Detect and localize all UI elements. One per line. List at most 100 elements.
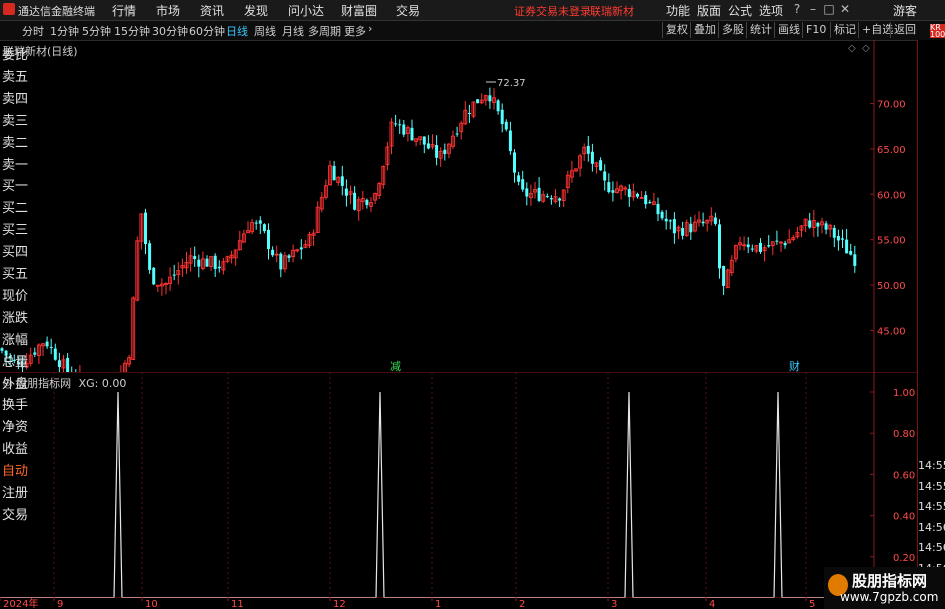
candle-body-down bbox=[513, 152, 516, 173]
quote-label: 买四 bbox=[2, 245, 28, 261]
minimize-icon[interactable]: – bbox=[805, 1, 821, 17]
price-tick-label: 60.00 bbox=[877, 190, 906, 201]
candle-body-down bbox=[599, 160, 603, 171]
indicator-value: XG: 0.00 bbox=[78, 377, 127, 390]
trade-login-status[interactable]: 证券交易未登录 bbox=[514, 3, 591, 19]
candle-body-down bbox=[816, 222, 820, 227]
menu-item-shichang[interactable]: 市场 bbox=[156, 2, 180, 19]
candle-body-down bbox=[537, 187, 541, 201]
tool-back[interactable]: 返回 bbox=[890, 22, 919, 38]
chevron-right-icon[interactable]: › bbox=[368, 22, 372, 35]
candle-body-down bbox=[504, 121, 508, 130]
tool-huaxian[interactable]: 画线 bbox=[774, 22, 803, 38]
menu-item-wenxiaoda[interactable]: 问小达 bbox=[288, 2, 324, 19]
indicator-tick-label: 0.20 bbox=[893, 553, 915, 564]
quote-label: 现价 bbox=[2, 288, 28, 304]
candle-body-down bbox=[205, 258, 209, 267]
candle-body-down bbox=[750, 248, 754, 250]
diamond-icon[interactable]: ◇ bbox=[848, 43, 856, 54]
candle-body-down bbox=[422, 136, 426, 145]
period-daily[interactable]: 日线 bbox=[226, 23, 248, 39]
candle-body-down bbox=[824, 223, 828, 230]
period-weekly[interactable]: 周线 bbox=[254, 23, 276, 39]
candle-body-down bbox=[664, 218, 668, 222]
candle-body-down bbox=[299, 247, 303, 250]
quote-label: 换手 bbox=[2, 398, 28, 414]
settings-icon[interactable]: ◇ bbox=[862, 43, 870, 54]
date-axis: 2024年 9 10 11 12 1 2 3 4 5 bbox=[0, 597, 917, 609]
candle-body-down bbox=[681, 228, 685, 236]
candle-body-down bbox=[713, 217, 717, 224]
period-fenshi[interactable]: 分时 bbox=[22, 23, 44, 39]
candle-body-down bbox=[435, 145, 439, 158]
tool-biaoji[interactable]: 标记 bbox=[830, 22, 859, 38]
candle-body-down bbox=[521, 179, 525, 190]
period-monthly[interactable]: 月线 bbox=[282, 23, 304, 39]
menu-item-jiaoyi[interactable]: 交易 bbox=[396, 2, 420, 19]
candle-body-down bbox=[57, 360, 61, 368]
quote-label[interactable]: 自动 bbox=[2, 460, 28, 479]
candle-body-down bbox=[402, 124, 406, 135]
quote-label: 收益 bbox=[2, 442, 28, 458]
indicator-chart[interactable]: 1.00 0.80 0.60 0.40 0.20 bbox=[0, 372, 917, 598]
menu-item-gongshi[interactable]: 公式 bbox=[728, 2, 752, 19]
watermark-url: www.7gpzb.com bbox=[840, 590, 939, 604]
watermark-title: 股朋指标网 bbox=[852, 572, 928, 590]
menu-item-xuanxiang[interactable]: 选项 bbox=[759, 2, 783, 19]
quote-label[interactable]: 注册 bbox=[2, 482, 28, 501]
candle-body-down bbox=[152, 267, 156, 285]
close-icon[interactable]: ✕ bbox=[837, 1, 853, 17]
candle-body-down bbox=[33, 352, 37, 355]
maximize-icon[interactable]: □ bbox=[821, 1, 837, 17]
date-tick-label: 12 bbox=[333, 599, 346, 609]
xg-signal-series bbox=[0, 391, 874, 598]
candle-body-down bbox=[783, 242, 787, 246]
candle-body-down bbox=[213, 255, 217, 269]
candle-body-down bbox=[746, 244, 750, 248]
menu-item-caifuquan[interactable]: 财富圈 bbox=[341, 2, 377, 19]
menu-item-hangqing[interactable]: 行情 bbox=[112, 2, 136, 19]
tool-duogu[interactable]: 多股 bbox=[718, 22, 747, 38]
candle-body-down bbox=[353, 192, 357, 210]
candle-body-down bbox=[267, 229, 270, 250]
period-more[interactable]: 更多 bbox=[344, 23, 366, 39]
candle-body-down bbox=[144, 212, 147, 245]
stock-name-header: 联瑞新材 bbox=[590, 5, 634, 18]
quote-label: 卖四 bbox=[2, 91, 28, 107]
candle-body-down bbox=[603, 171, 607, 181]
date-tick-label: 4 bbox=[709, 599, 715, 609]
date-tick-label: 1 bbox=[435, 599, 441, 609]
indicator-axis: 1.00 0.80 0.60 0.40 0.20 bbox=[870, 388, 915, 564]
period-15min[interactable]: 15分钟 bbox=[114, 23, 150, 39]
menu-item-zixun[interactable]: 资讯 bbox=[200, 2, 224, 19]
help-icon[interactable]: ? bbox=[789, 1, 805, 17]
candle-body-down bbox=[426, 143, 430, 149]
candle-body-down bbox=[410, 127, 414, 141]
period-multi[interactable]: 多周期 bbox=[308, 23, 341, 39]
quote-label: 外盘 bbox=[2, 376, 28, 392]
period-1min[interactable]: 1分钟 bbox=[50, 23, 79, 39]
candle-body-down bbox=[49, 346, 53, 348]
menu-item-gongneng[interactable]: 功能 bbox=[666, 2, 690, 19]
tool-diejia[interactable]: 叠加 bbox=[690, 22, 719, 38]
trade-time: 14:55 bbox=[918, 500, 945, 513]
period-5min[interactable]: 5分钟 bbox=[82, 23, 111, 39]
user-label[interactable]: 游客 bbox=[893, 2, 917, 19]
quote-label[interactable]: 交易 bbox=[2, 504, 28, 523]
quote-label: 卖一 bbox=[2, 157, 28, 173]
chart-annotations: 72.3737.67减财 bbox=[390, 78, 800, 372]
trade-time: 14:56 bbox=[918, 520, 945, 534]
tool-fuquan[interactable]: 复权 bbox=[662, 22, 691, 38]
menu-item-banmian[interactable]: 版面 bbox=[697, 2, 721, 19]
candle-body-down bbox=[287, 255, 291, 258]
candle-body-down bbox=[365, 199, 369, 206]
tool-tongji[interactable]: 统计 bbox=[746, 22, 775, 38]
tool-f10[interactable]: F10 bbox=[802, 22, 829, 38]
menu-item-faxian[interactable]: 发现 bbox=[244, 2, 268, 19]
candle-body-down bbox=[808, 220, 812, 228]
period-30min[interactable]: 30分钟 bbox=[152, 23, 188, 39]
candle-body-down bbox=[254, 222, 258, 224]
candlestick-chart[interactable]: 70.0065.0060.0055.0050.0045.0040.00 72.3… bbox=[0, 40, 917, 372]
period-60min[interactable]: 60分钟 bbox=[189, 23, 225, 39]
quote-label: 涨跌 bbox=[2, 310, 28, 326]
